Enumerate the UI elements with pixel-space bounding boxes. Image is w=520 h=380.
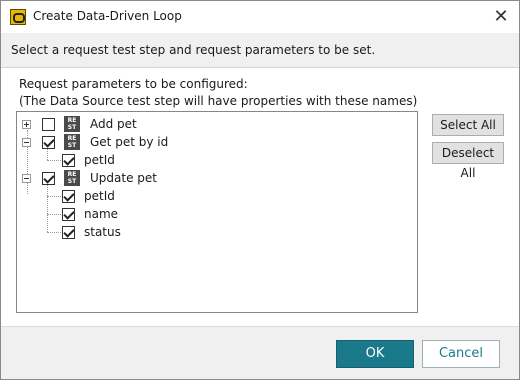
tree-item-update-pet[interactable]: RE ST Update pet [22,169,157,187]
tree-connector-line [47,184,48,232]
tree-item-param-petid[interactable]: petId [62,187,115,205]
tree-item-param-name[interactable]: name [62,205,118,223]
checkbox-update-pet[interactable] [42,171,55,185]
tree-item-add-pet[interactable]: RE ST Add pet [22,115,137,133]
cancel-button[interactable]: Cancel [422,340,500,368]
collapse-minus-icon[interactable] [22,173,31,183]
close-icon[interactable]: ✕ [489,5,513,29]
tree-item-param-status[interactable]: status [62,223,121,241]
window-title: Create Data-Driven Loop [33,9,182,23]
checkbox-param-name[interactable] [62,207,75,221]
rest-request-icon: RE ST [64,134,80,150]
checkbox-param-status[interactable] [62,225,75,239]
param-label: status [84,225,121,239]
params-sublabel: (The Data Source test step will have pro… [19,94,418,108]
expand-plus-icon[interactable] [22,119,31,129]
tree-connector-line [47,214,61,215]
tree-connector-line [47,232,61,233]
checkbox-param-petid[interactable] [62,153,75,167]
tree-item-label: Add pet [90,117,137,131]
tree-item-label: Get pet by id [90,135,169,149]
param-label: petId [84,153,115,167]
select-all-button[interactable]: Select All [432,114,504,136]
create-data-driven-loop-dialog: Create Data-Driven Loop ✕ Select a reque… [0,0,520,380]
tree-connector-line [47,196,61,197]
param-label: name [84,207,119,221]
title-bar: Create Data-Driven Loop ✕ [1,1,519,33]
instruction-band: Select a request test step and request p… [1,33,519,68]
checkbox-get-pet-by-id[interactable] [42,135,55,149]
ok-button[interactable]: OK [336,340,414,368]
app-logo-icon [10,9,26,25]
tree-item-label: Update pet [90,171,157,185]
collapse-minus-icon[interactable] [22,137,31,147]
rest-request-icon: RE ST [64,116,80,132]
tree-item-get-pet-by-id[interactable]: RE ST Get pet by id [22,133,168,151]
tree-item-param-petid[interactable]: petId [62,151,115,169]
params-label: Request parameters to be configured: [19,77,248,91]
deselect-all-button[interactable]: Deselect All [432,142,504,180]
rest-request-icon: RE ST [64,170,80,186]
request-parameters-tree[interactable]: RE ST Add pet RE ST Get pet by id petId RE… [16,111,418,313]
instruction-text: Select a request test step and request p… [11,43,376,57]
tree-connector-line [47,160,61,161]
param-label: petId [84,189,115,203]
checkbox-param-petid[interactable] [62,189,75,203]
checkbox-add-pet[interactable] [42,117,55,131]
